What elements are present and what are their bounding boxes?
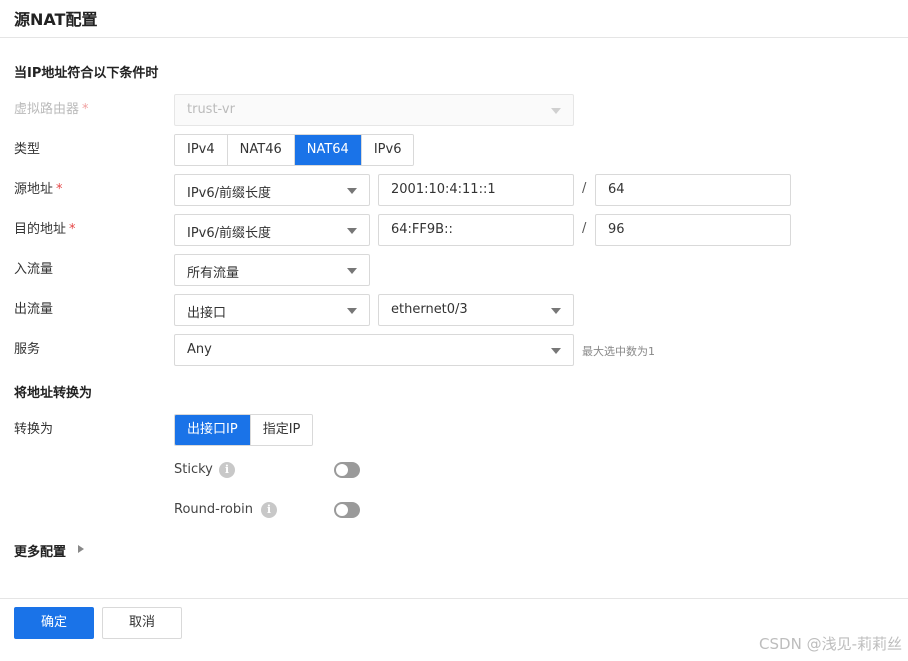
service-hint: 最大选中数为1 (582, 345, 655, 358)
destination-address-input[interactable]: 64:FF9B:: (378, 214, 574, 246)
round-robin-label: Round-robin (174, 502, 253, 517)
egress-interface-select[interactable]: ethernet0/3 (378, 294, 574, 326)
source-separator: / (582, 181, 587, 196)
type-segmented-control: IPv4 NAT46 NAT64 IPv6 (174, 134, 415, 166)
translate-to-label: 转换为 (14, 422, 54, 437)
destination-mode-select[interactable]: IPv6/前缀长度 (174, 214, 370, 246)
source-mode-select[interactable]: IPv6/前缀长度 (174, 174, 370, 206)
toggle-knob (336, 464, 348, 476)
type-label: 类型 (14, 142, 41, 157)
section-match-title: 当IP地址符合以下条件时 (14, 66, 159, 81)
toggle-knob (336, 504, 348, 516)
sticky-label: Sticky (174, 462, 213, 477)
sticky-toggle[interactable] (334, 462, 360, 478)
chevron-down-icon (347, 188, 357, 194)
service-label: 服务 (14, 342, 41, 357)
egress-select[interactable]: 出接口 (174, 294, 370, 326)
egress-label: 出流量 (14, 302, 54, 317)
destination-prefix-input[interactable]: 96 (595, 214, 791, 246)
service-select[interactable]: Any (174, 334, 574, 366)
caret-right-icon[interactable] (78, 545, 84, 553)
dialog-header: 源NAT配置 (0, 0, 908, 38)
type-option-nat46[interactable]: NAT46 (227, 135, 295, 165)
type-option-ipv6[interactable]: IPv6 (361, 135, 414, 165)
section-translate-title: 将地址转换为 (14, 386, 93, 401)
destination-separator: / (582, 221, 587, 236)
chevron-down-icon (347, 228, 357, 234)
chevron-down-icon (347, 308, 357, 314)
info-icon[interactable]: i (219, 462, 235, 478)
type-option-nat64[interactable]: NAT64 (294, 135, 362, 165)
virtual-router-label: 虚拟路由器 * (14, 102, 89, 117)
chevron-down-icon (551, 308, 561, 314)
virtual-router-select: trust-vr (174, 94, 574, 126)
source-address-input[interactable]: 2001:10:4:11::1 (378, 174, 574, 206)
chevron-down-icon (347, 268, 357, 274)
type-option-ipv4[interactable]: IPv4 (175, 135, 228, 165)
destination-address-label: 目的地址 * (14, 222, 76, 237)
round-robin-toggle[interactable] (334, 502, 360, 518)
chevron-down-icon (551, 348, 561, 354)
more-config-toggle[interactable]: 更多配置 (14, 541, 66, 560)
cancel-button[interactable]: 取消 (102, 607, 182, 639)
dialog-title: 源NAT配置 (14, 10, 98, 29)
ok-button[interactable]: 确定 (14, 607, 94, 639)
translate-option-specified-ip[interactable]: 指定IP (250, 415, 313, 445)
source-address-label: 源地址 * (14, 182, 63, 197)
source-prefix-input[interactable]: 64 (595, 174, 791, 206)
watermark: CSDN @浅见-莉莉丝 (759, 635, 902, 653)
translate-option-egress-ip[interactable]: 出接口IP (175, 415, 251, 445)
info-icon[interactable]: i (261, 502, 277, 518)
chevron-down-icon (551, 108, 561, 114)
ingress-select[interactable]: 所有流量 (174, 254, 370, 286)
translate-to-segmented-control: 出接口IP 指定IP (174, 414, 314, 446)
ingress-label: 入流量 (14, 262, 54, 277)
